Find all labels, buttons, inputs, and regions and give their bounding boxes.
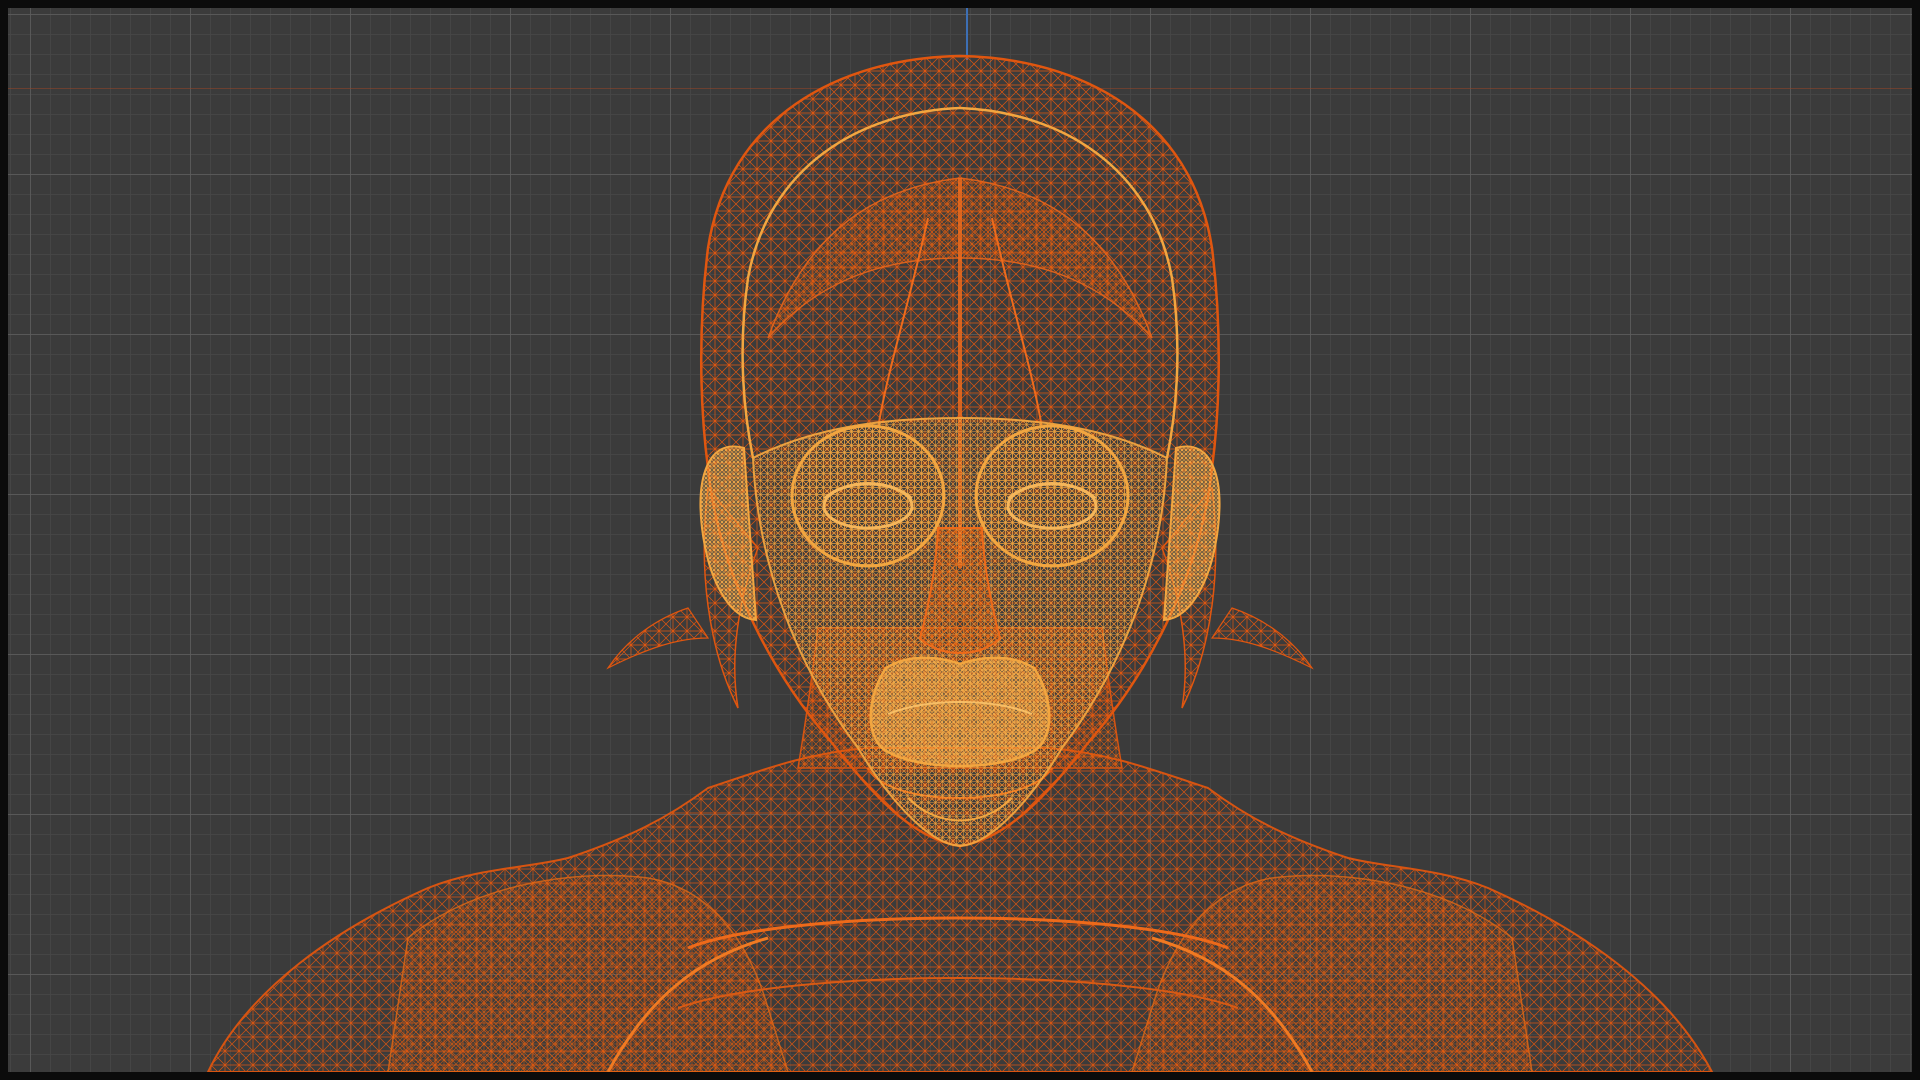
mouth-mesh[interactable] <box>869 656 1051 768</box>
right-eye-mesh[interactable] <box>974 424 1130 568</box>
left-eye-mesh[interactable] <box>790 424 946 568</box>
3d-viewport[interactable] <box>8 8 1912 1072</box>
wireframe-mesh[interactable] <box>8 8 1912 1072</box>
application-window <box>0 0 1920 1080</box>
